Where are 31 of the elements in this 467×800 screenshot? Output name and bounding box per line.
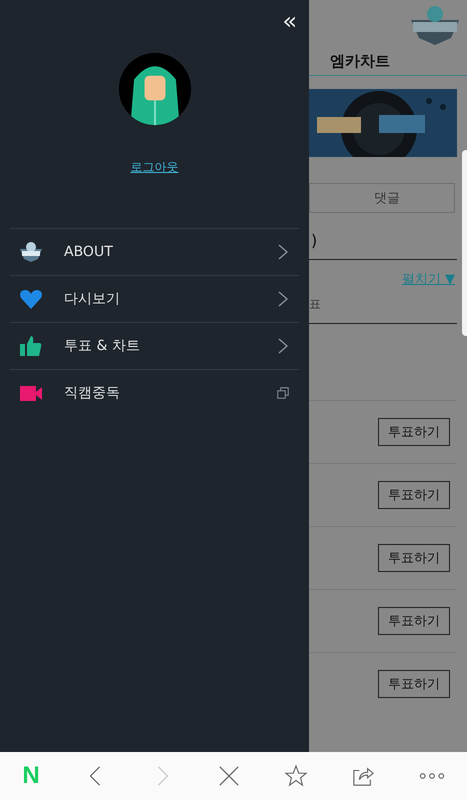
avatar-icon: [116, 51, 192, 127]
countdown-logo-icon: [18, 241, 44, 263]
menu-item[interactable]: 직캠중독: [10, 369, 299, 416]
heart-icon: [18, 288, 44, 310]
vote-button[interactable]: 투표하기: [378, 544, 450, 572]
star-icon[interactable]: [284, 765, 307, 787]
chevron-right-icon: [277, 338, 289, 354]
vote-button[interactable]: 투표하기: [378, 481, 450, 509]
share-icon[interactable]: [352, 765, 374, 787]
thumbs-up-icon: [18, 335, 44, 357]
menu-label: ABOUT: [64, 244, 114, 260]
collapse-button[interactable]: «: [282, 6, 297, 36]
chevron-right-icon: [277, 291, 289, 307]
menu-label: 다시보기: [64, 290, 121, 308]
menu-item[interactable]: 다시보기: [10, 275, 299, 322]
windows-icon: [277, 385, 289, 401]
text-fragment: 표: [309, 296, 322, 313]
menu-label: 투표 & 차트: [64, 337, 141, 355]
vote-button[interactable]: 투표하기: [378, 607, 450, 635]
page-title: 엠카차트: [309, 46, 467, 76]
menu-item[interactable]: 투표 & 차트: [10, 322, 299, 369]
vote-button[interactable]: 투표하기: [378, 418, 450, 446]
logout-link[interactable]: 로그아웃: [130, 159, 178, 176]
comment-button[interactable]: 댓글: [309, 183, 455, 213]
menu-item[interactable]: ABOUT: [10, 228, 299, 275]
text-fragment: ): [310, 230, 318, 252]
chevron-right-icon: [277, 244, 289, 260]
vote-button[interactable]: 투표하기: [378, 670, 450, 698]
menu-label: 직캠중독: [64, 384, 121, 402]
more-icon[interactable]: [418, 771, 445, 781]
close-icon[interactable]: [218, 765, 240, 787]
